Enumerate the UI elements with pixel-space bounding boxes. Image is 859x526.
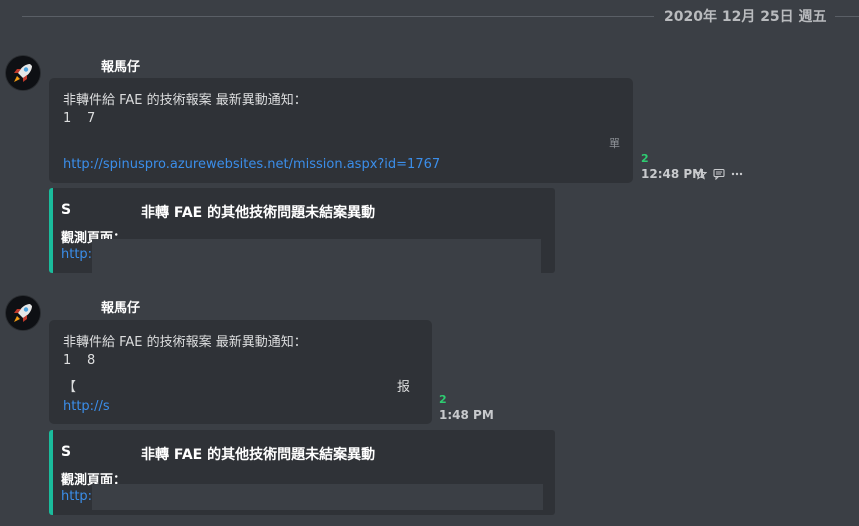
divider-line-left	[22, 16, 654, 17]
mission-link[interactable]: http://s	[63, 399, 110, 414]
message-tail-char: 报	[397, 380, 411, 395]
message-bubble: 非轉件給 FAE 的技術報案 最新異動通知： 1 8 【 报 http://s	[49, 320, 432, 424]
timestamp: 1:48 PM	[439, 408, 494, 422]
redacted-region	[92, 484, 543, 510]
redacted-region	[92, 239, 541, 273]
embed-title: 非轉 FAE 的其他技術問題未結案異動	[141, 205, 376, 221]
message-id-fragment: 1	[63, 353, 72, 368]
message-actions	[695, 168, 743, 180]
message-id-fragment: 1	[63, 111, 72, 126]
message-id-fragment: 8	[87, 353, 96, 368]
rocket-icon	[6, 56, 40, 90]
embed-title: 非轉 FAE 的其他技術問題未結案異動	[141, 447, 376, 463]
divider-date: 2020年 12月 25日 週五	[664, 9, 827, 25]
message-id-fragment: 7	[87, 111, 96, 126]
message-bubble: 非轉件給 FAE 的技術報案 最新異動通知： 1 7 單 http://spin…	[49, 78, 633, 183]
read-count: 2	[641, 152, 649, 165]
embed-prefix-char: S	[61, 202, 72, 218]
message-link-line: http://s	[63, 399, 110, 414]
avatar[interactable]	[6, 296, 40, 330]
message-bracket: 【	[63, 380, 77, 395]
read-count: 2	[439, 393, 447, 406]
mission-link[interactable]: http://spinuspro.azurewebsites.net/missi…	[63, 157, 440, 172]
divider-line-right	[835, 16, 859, 17]
date-divider: 2020年 12月 25日 週五	[0, 0, 859, 32]
message-embed: S 非轉 FAE 的其他技術問題未結案異動 觀測頁面： http:/	[49, 430, 555, 515]
message-line: 非轉件給 FAE 的技術報案 最新異動通知：	[63, 93, 307, 108]
message-line: 非轉件給 FAE 的技術報案 最新異動通知：	[63, 335, 307, 350]
comment-icon[interactable]	[713, 168, 725, 180]
message-author[interactable]: 報馬仔	[101, 56, 140, 75]
embed-prefix-char: S	[61, 444, 72, 460]
message-embed: S 非轉 FAE 的其他技術問題未結案異動 觀測頁面： http:/	[49, 188, 555, 273]
avatar[interactable]	[6, 56, 40, 90]
more-icon[interactable]	[731, 168, 743, 180]
message-tail-char: 單	[609, 137, 620, 150]
rocket-icon	[6, 296, 40, 330]
message-author[interactable]: 報馬仔	[101, 297, 140, 316]
star-icon[interactable]	[695, 168, 707, 180]
message-link-line: http://spinuspro.azurewebsites.net/missi…	[63, 157, 440, 172]
